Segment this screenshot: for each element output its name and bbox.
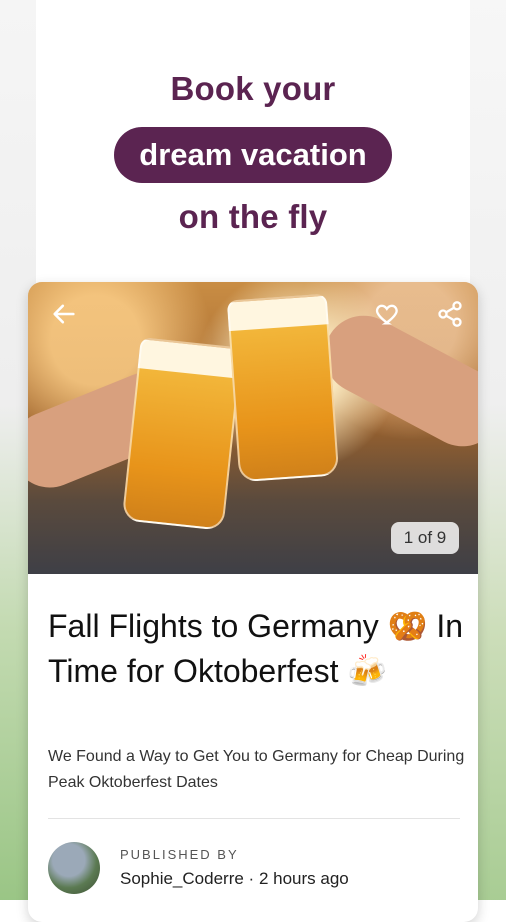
published-by-label: PUBLISHED BY [120, 847, 239, 862]
promo-line-1: Book your [170, 70, 336, 107]
article-photo[interactable]: 1 of 9 [28, 282, 478, 574]
author-avatar[interactable] [48, 842, 100, 894]
divider [48, 818, 460, 819]
heart-icon[interactable] [374, 300, 402, 328]
article-card[interactable]: 1 of 9 Fall Flights to Germany 🥨 In Time… [28, 282, 478, 922]
promo-line-3: on the fly [178, 198, 328, 235]
photo-beer-stein-right [226, 293, 340, 483]
author-line: Sophie_Coderre · 2 hours ago [120, 869, 349, 889]
separator-dot: · [248, 869, 255, 888]
promo-line-2: dream vacation [139, 137, 367, 172]
author-name[interactable]: Sophie_Coderre [120, 869, 244, 888]
image-counter: 1 of 9 [391, 522, 459, 554]
time-ago: 2 hours ago [258, 869, 349, 888]
article-title[interactable]: Fall Flights to Germany 🥨 In Time for Ok… [48, 604, 468, 694]
photo-beer-stein-left [121, 337, 243, 531]
promo-highlight-pill: dream vacation [114, 127, 392, 183]
share-icon[interactable] [436, 300, 464, 328]
article-subtitle: We Found a Way to Get You to Germany for… [48, 748, 465, 791]
back-arrow-icon[interactable] [50, 300, 78, 328]
